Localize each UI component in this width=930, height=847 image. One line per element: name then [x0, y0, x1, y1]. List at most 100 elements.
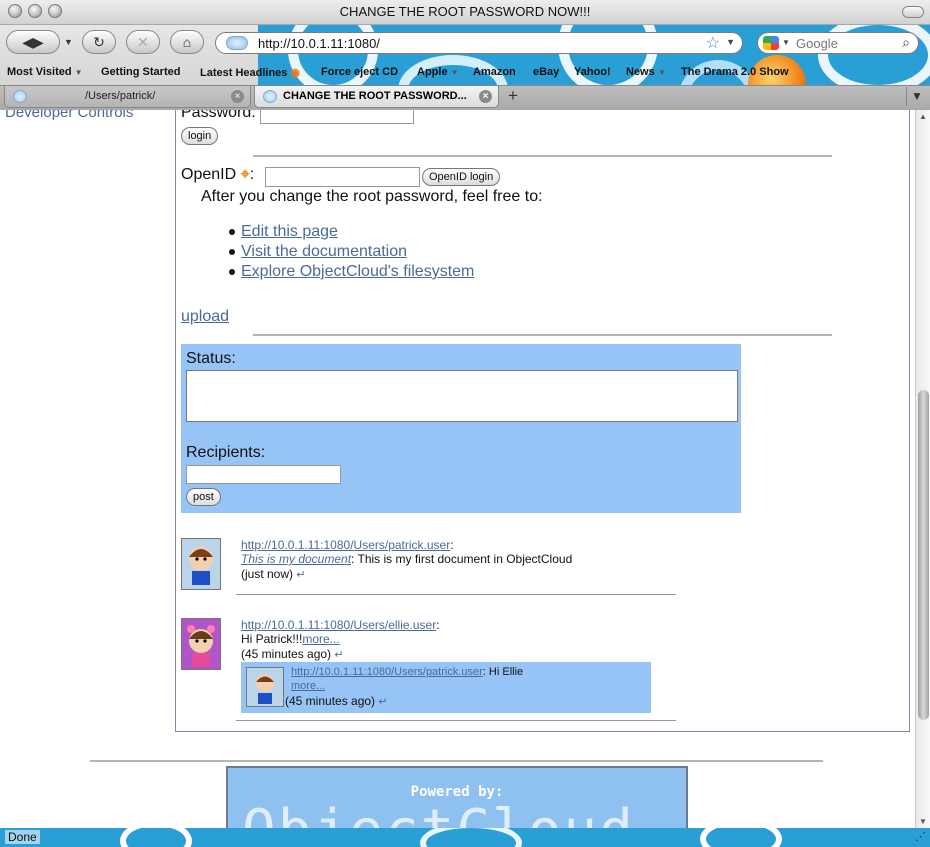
- url-text[interactable]: http://10.0.1.11:1080/: [258, 36, 380, 51]
- bookmark-getting-started[interactable]: Getting Started: [101, 66, 180, 78]
- openid-label: OpenID ⌖:: [181, 166, 255, 183]
- feed-item-1-body: This is my document: This is my first do…: [241, 552, 573, 566]
- documentation-link[interactable]: Visit the documentation: [241, 243, 407, 261]
- tab-change-root-password[interactable]: CHANGE THE ROOT PASSWORD... ×: [254, 86, 499, 108]
- upload-link[interactable]: upload: [181, 308, 229, 326]
- theme-swirl: [420, 828, 522, 847]
- document-link[interactable]: This is my document: [241, 552, 351, 566]
- filesystem-link[interactable]: Explore ObjectCloud's filesystem: [241, 263, 474, 281]
- scroll-up-icon[interactable]: ▲: [919, 112, 927, 121]
- reload-button[interactable]: ↻: [82, 30, 116, 54]
- powered-by-banner[interactable]: Powered by: ObjectCloud: [226, 766, 688, 828]
- status-text: Done: [5, 830, 40, 844]
- feed-item-1-header: http://10.0.1.11:1080/Users/patrick.user…: [241, 538, 454, 552]
- tab-bar: /Users/patrick/ × CHANGE THE ROOT PASSWO…: [0, 85, 930, 110]
- search-engine-dropdown-icon[interactable]: ▼: [782, 38, 790, 47]
- google-search-icon[interactable]: [763, 36, 779, 50]
- site-favicon-icon: [226, 36, 248, 50]
- history-dropdown-icon[interactable]: ▼: [64, 37, 73, 47]
- scroll-down-icon[interactable]: ▼: [919, 817, 927, 826]
- bookmark-ebay[interactable]: eBay: [533, 66, 559, 78]
- openid-input[interactable]: [265, 167, 420, 187]
- bookmark-latest-headlines[interactable]: Latest Headlines ◉: [200, 66, 300, 79]
- tab-users-patrick[interactable]: /Users/patrick/ ×: [4, 86, 251, 108]
- more-link[interactable]: more...: [302, 632, 339, 646]
- theme-swirl: [120, 828, 192, 847]
- bookmark-most-visited[interactable]: Most Visited ▼: [7, 66, 83, 78]
- divider: [253, 334, 832, 336]
- bullet: [229, 249, 235, 255]
- back-forward-buttons[interactable]: ◀▶: [6, 30, 60, 54]
- forward-arrow-icon[interactable]: ▶: [33, 34, 44, 50]
- tab-list-button[interactable]: ▼: [906, 87, 927, 106]
- address-bar[interactable]: http://10.0.1.11:1080/ ☆ ▼: [215, 32, 743, 54]
- page-viewport: Developer Controls Password: login OpenI…: [0, 110, 915, 828]
- bookmark-star-icon[interactable]: ☆: [706, 33, 720, 53]
- status-form: Status: Recipients: post: [181, 344, 741, 513]
- stop-button[interactable]: ✕: [126, 30, 160, 54]
- new-tab-button[interactable]: +: [508, 86, 518, 106]
- tab-favicon-icon: [263, 90, 277, 103]
- back-arrow-icon[interactable]: ◀: [22, 34, 33, 50]
- feed-item-2-header: http://10.0.1.11:1080/Users/ellie.user:: [241, 618, 440, 632]
- feed-user-link[interactable]: http://10.0.1.11:1080/Users/ellie.user: [241, 618, 436, 632]
- reload-icon: ↻: [93, 34, 105, 50]
- reply-more: more...: [291, 680, 325, 692]
- reply-time: (45 minutes ago) ↵: [285, 694, 388, 708]
- bookmark-apple[interactable]: Apple ▼: [417, 66, 459, 78]
- reply-icon[interactable]: ↵: [378, 696, 387, 708]
- vertical-scrollbar[interactable]: ▲ ▼: [915, 110, 930, 828]
- magnifier-icon[interactable]: ⌕: [902, 34, 910, 51]
- search-placeholder: Google: [796, 36, 838, 51]
- edit-page-link[interactable]: Edit this page: [241, 223, 338, 241]
- bookmark-yahoo[interactable]: Yahoo!: [574, 66, 611, 78]
- recipients-input[interactable]: [186, 465, 341, 484]
- login-button[interactable]: login: [181, 127, 219, 145]
- developer-controls-link[interactable]: Developer Controls: [5, 110, 133, 121]
- avatar-patrick-small: [246, 667, 284, 707]
- feed-item-2-body: Hi Patrick!!!more...: [241, 632, 340, 646]
- reply-icon[interactable]: ↵: [296, 569, 305, 581]
- home-icon: ⌂: [182, 34, 192, 50]
- status-bar: Done ⋰: [0, 828, 930, 847]
- feed-user-link[interactable]: http://10.0.1.11:1080/Users/patrick.user: [241, 538, 450, 552]
- window-titlebar: CHANGE THE ROOT PASSWORD NOW!!!: [0, 0, 930, 25]
- stop-icon: ✕: [137, 34, 149, 50]
- theme-swirl: [700, 828, 782, 847]
- post-button[interactable]: post: [186, 488, 221, 506]
- bullet: [229, 229, 235, 235]
- tab-label: CHANGE THE ROOT PASSWORD...: [283, 90, 467, 102]
- footer-divider: [90, 760, 823, 762]
- feed-item-1-time: (just now) ↵: [241, 567, 306, 581]
- bookmark-force-eject-cd[interactable]: Force eject CD: [321, 66, 398, 78]
- password-label: Password:: [181, 110, 256, 121]
- resize-grip-icon[interactable]: ⋰: [915, 830, 926, 843]
- openid-login-button[interactable]: OpenID login: [422, 168, 501, 186]
- home-button[interactable]: ⌂: [170, 30, 204, 54]
- feed-item-2-time: (45 minutes ago) ↵: [241, 647, 344, 661]
- avatar-ellie: [181, 618, 221, 670]
- bookmark-news[interactable]: News ▼: [626, 66, 666, 78]
- tab-close-icon[interactable]: ×: [479, 90, 492, 103]
- toolbar-toggle-button[interactable]: [902, 6, 924, 18]
- password-input[interactable]: [260, 110, 414, 124]
- more-link[interactable]: more...: [291, 680, 325, 692]
- reply-user-link[interactable]: http://10.0.1.11:1080/Users/patrick.user: [291, 666, 483, 678]
- tab-close-icon[interactable]: ×: [231, 90, 244, 103]
- search-field[interactable]: ▼ Google ⌕: [757, 32, 919, 54]
- reply-icon[interactable]: ↵: [334, 649, 343, 661]
- objectcloud-logo: ObjectCloud: [242, 798, 635, 828]
- bookmark-amazon[interactable]: Amazon: [473, 66, 516, 78]
- scrollbar-thumb[interactable]: [918, 390, 929, 720]
- status-textarea[interactable]: [186, 370, 738, 422]
- recipients-label: Recipients:: [186, 444, 266, 461]
- bookmark-drama-show[interactable]: The Drama 2.0 Show: [681, 66, 789, 78]
- bullet: [229, 269, 235, 275]
- url-dropdown-icon[interactable]: ▼: [726, 37, 735, 47]
- openid-icon: ⌖: [240, 166, 250, 183]
- divider: [236, 720, 676, 721]
- divider: [236, 594, 676, 595]
- tab-label: /Users/patrick/: [85, 90, 156, 102]
- intro-text: After you change the root password, feel…: [201, 188, 543, 205]
- divider: [253, 155, 832, 157]
